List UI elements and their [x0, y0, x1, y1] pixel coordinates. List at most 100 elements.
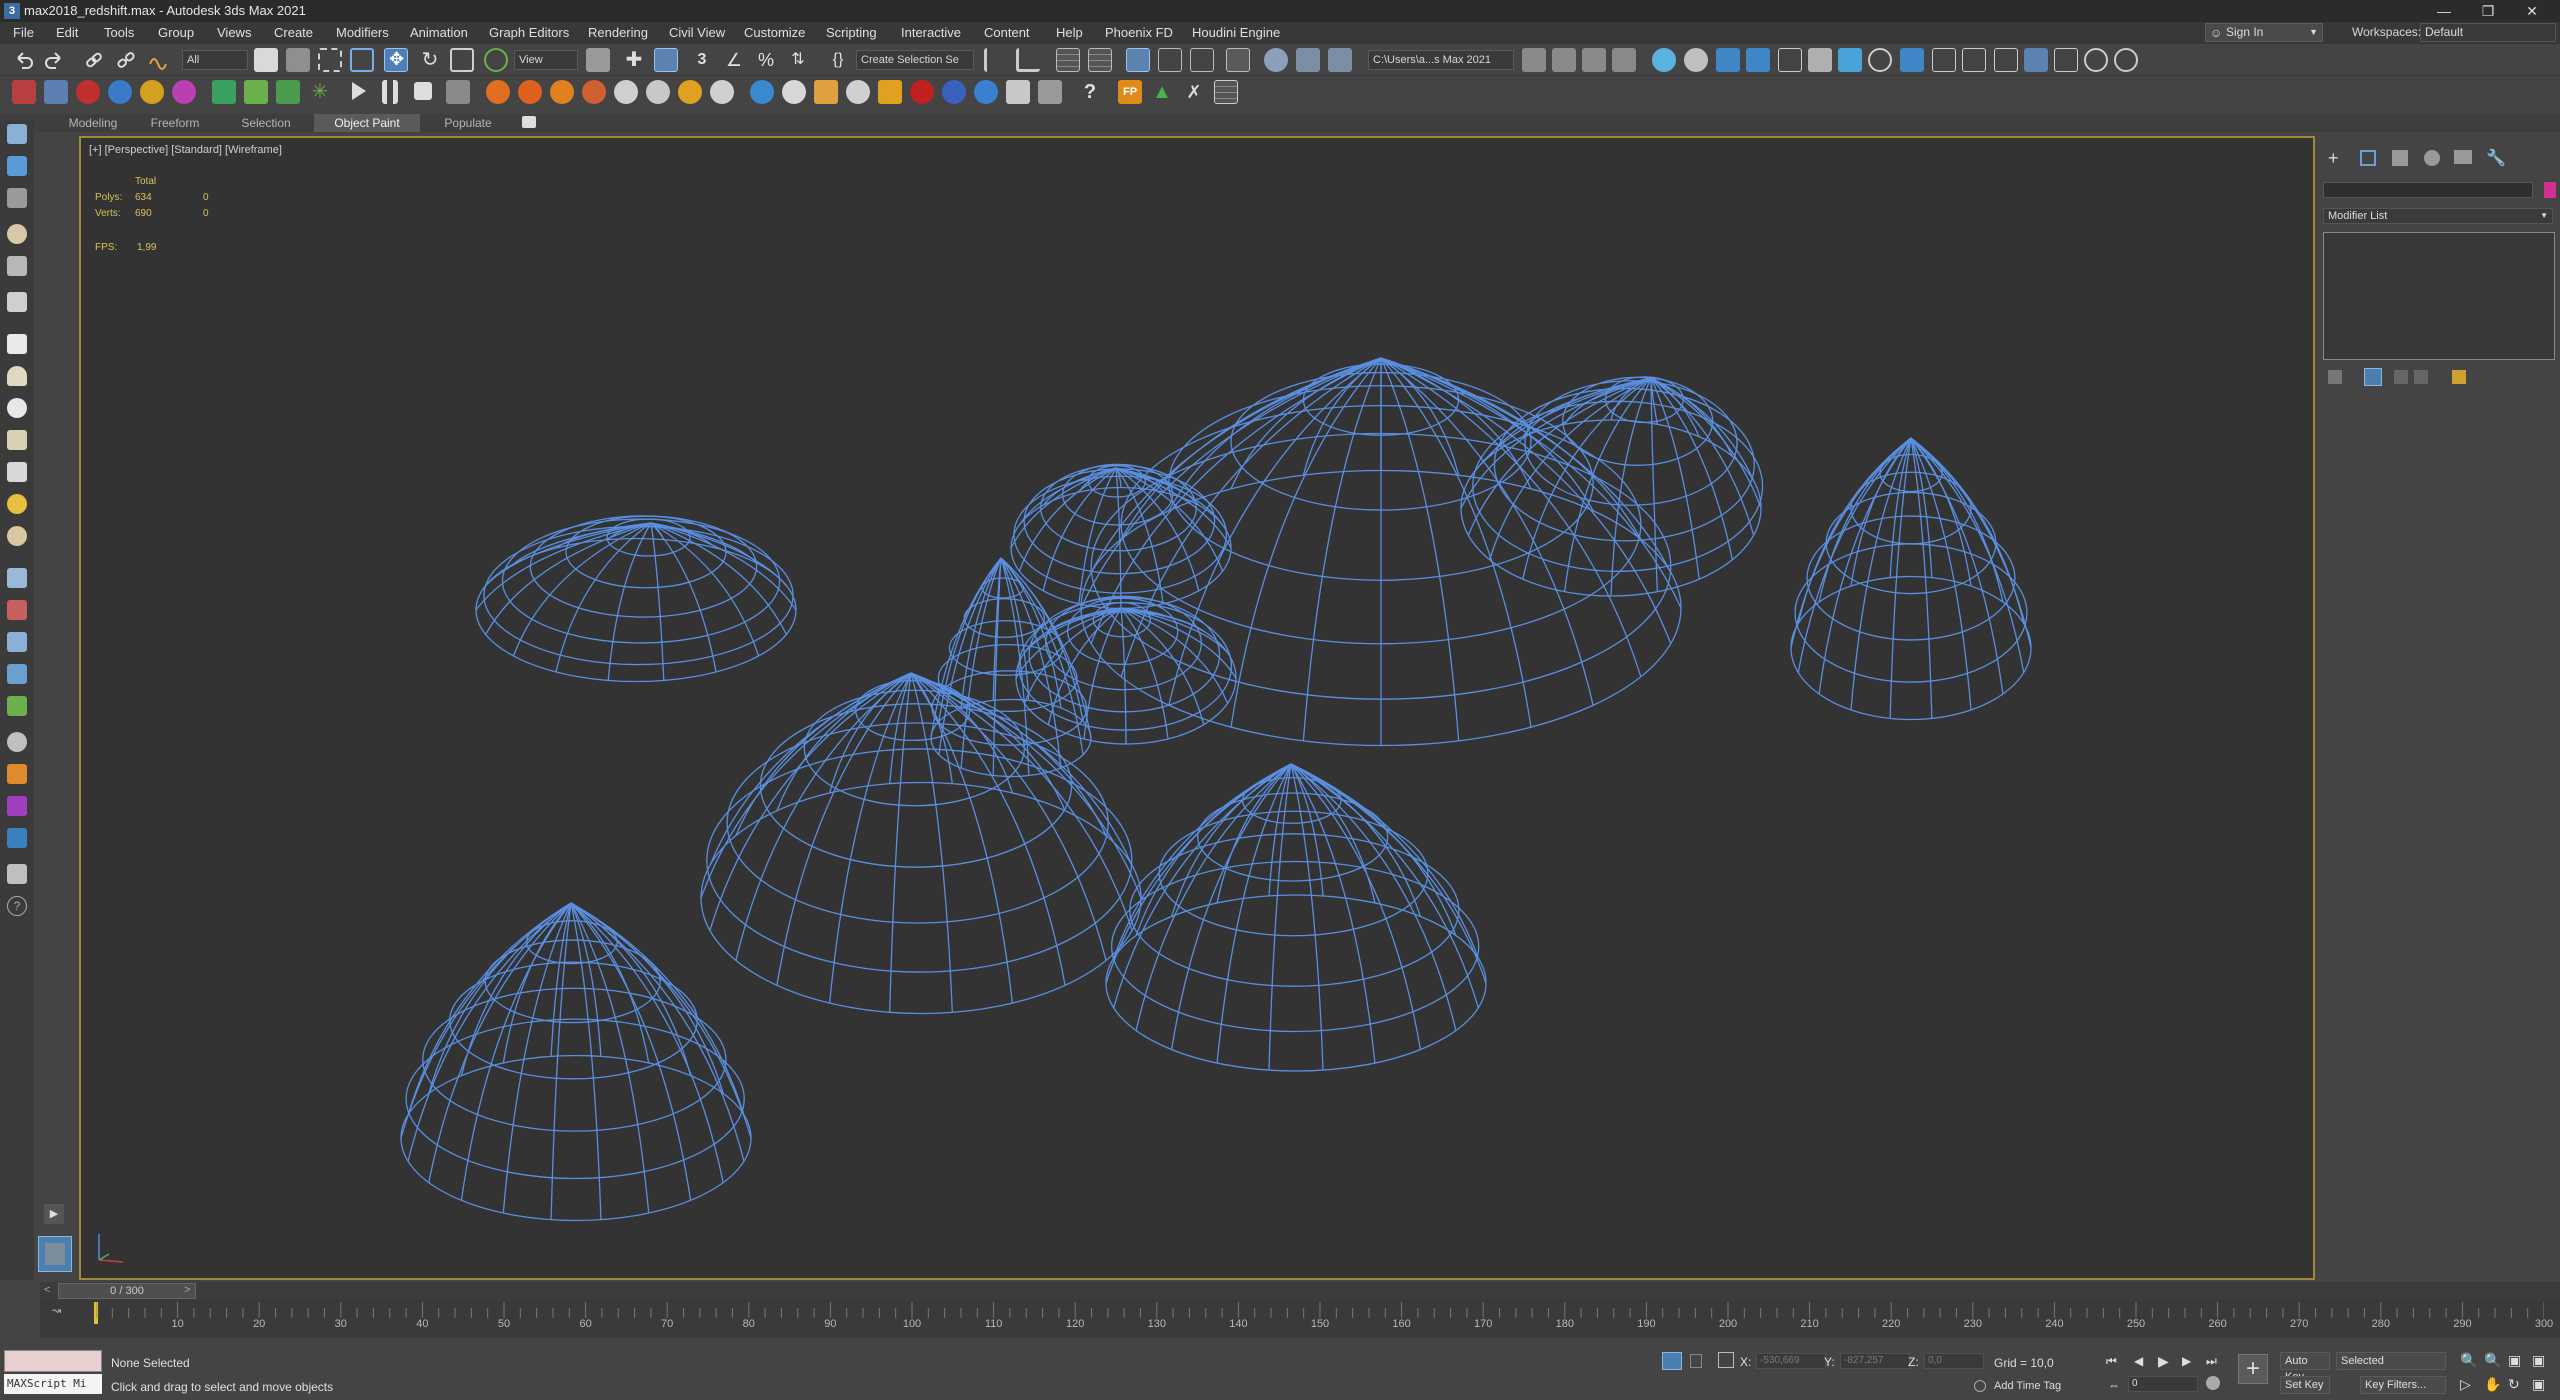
edit-named-selection-icon[interactable]: {}	[826, 48, 850, 72]
phoenix-burst-icon[interactable]: ✳	[308, 80, 332, 104]
redshift-table-icon[interactable]	[1778, 48, 1802, 72]
play-simulation-icon[interactable]	[352, 82, 366, 100]
water-preset-icon[interactable]	[974, 80, 998, 104]
menu-group[interactable]: Group	[158, 24, 194, 42]
keyboard-shortcut-override-icon[interactable]	[654, 48, 678, 72]
redshift-ipr-icon[interactable]	[1900, 48, 1924, 72]
scene-icon[interactable]	[7, 828, 27, 848]
redshift-render-view-icon[interactable]	[1932, 48, 1956, 72]
forest-tree-icon[interactable]: ▲	[1150, 80, 1174, 104]
show-end-result-icon[interactable]	[2364, 368, 2382, 386]
phoenix-foam-icon[interactable]	[172, 80, 196, 104]
field-of-view-icon[interactable]: ▷	[2460, 1376, 2471, 1393]
x-coordinate-field[interactable]: -530,669	[1756, 1353, 1826, 1369]
menu-graph-editors[interactable]: Graph Editors	[489, 24, 569, 42]
phoenix-fire-icon[interactable]	[12, 80, 36, 104]
camera-icon[interactable]	[7, 256, 27, 276]
create-panel-icon[interactable]	[7, 124, 27, 144]
rectangular-selection-icon[interactable]	[318, 48, 342, 72]
select-by-name-icon[interactable]	[286, 48, 310, 72]
milk-preset-icon[interactable]	[782, 80, 806, 104]
redshift-sun-icon[interactable]	[1838, 48, 1862, 72]
bind-space-warp-icon[interactable]	[148, 50, 168, 70]
menu-modifiers[interactable]: Modifiers	[336, 24, 389, 42]
modify-tab-icon[interactable]	[2360, 150, 2376, 166]
coffee-preset-icon[interactable]	[846, 80, 870, 104]
phoenix-voxel-icon[interactable]	[276, 80, 300, 104]
help-question-icon[interactable]: ?	[1078, 80, 1102, 104]
workspace-dropdown[interactable]: Default	[2420, 23, 2556, 42]
select-manipulate-icon[interactable]: ✚	[622, 48, 646, 72]
perspective-viewport[interactable]: [+] [Perspective] [Standard] [Wireframe]…	[79, 136, 2315, 1280]
material-editor-icon[interactable]	[1226, 48, 1250, 72]
phoenix-liquid-icon[interactable]	[44, 80, 68, 104]
motion-tab-icon[interactable]	[2424, 150, 2440, 166]
project-save-icon[interactable]	[1582, 48, 1606, 72]
menu-help[interactable]: Help	[1056, 24, 1083, 42]
project-manage-icon[interactable]	[1612, 48, 1636, 72]
angle-snap-icon[interactable]: ∠	[722, 48, 746, 72]
link-icon[interactable]	[84, 50, 104, 70]
viewport-label[interactable]: [+] [Perspective] [Standard] [Wireframe]	[89, 144, 282, 156]
restore-button[interactable]: ❐	[2468, 0, 2508, 22]
zoom-extents-all-icon[interactable]: ▣	[2532, 1352, 2545, 1369]
zoom-icon[interactable]: 🔍	[2460, 1352, 2477, 1369]
render-production-icon[interactable]	[1328, 48, 1352, 72]
honey-preset-icon[interactable]	[878, 80, 902, 104]
modifier-stack[interactable]	[2323, 232, 2555, 360]
remove-modifier-icon[interactable]	[2414, 370, 2428, 384]
rendered-frame-window-icon[interactable]	[1296, 48, 1320, 72]
forest-pack-icon[interactable]: FP	[1118, 80, 1142, 104]
cloud-preset-icon[interactable]	[710, 80, 734, 104]
sphere-icon[interactable]	[7, 398, 27, 418]
set-key-button[interactable]: Set Key	[2280, 1376, 2330, 1394]
orbit-icon[interactable]: ↻	[2508, 1376, 2520, 1393]
particle-icon[interactable]	[7, 632, 27, 652]
display-tab-icon[interactable]	[2454, 150, 2472, 164]
box-icon[interactable]	[7, 334, 27, 354]
display-panel-icon[interactable]	[7, 156, 27, 176]
menu-phoenix-fd[interactable]: Phoenix FD	[1105, 24, 1173, 42]
forest-list-icon[interactable]	[1214, 80, 1238, 104]
candle-preset-icon[interactable]	[678, 80, 702, 104]
fireball-preset-icon[interactable]	[582, 80, 606, 104]
steam-preset-icon[interactable]	[646, 80, 670, 104]
next-frame-icon[interactable]: >	[184, 1284, 190, 1296]
create-tab-icon[interactable]: +	[2328, 148, 2339, 169]
set-key-big-button[interactable]: +	[2238, 1354, 2268, 1384]
key-filters-button[interactable]: Key Filters...	[2360, 1376, 2446, 1394]
explosion-preset-icon[interactable]	[550, 80, 574, 104]
tab-selection[interactable]: Selection	[222, 114, 310, 132]
reference-coordinate-dropdown[interactable]: View	[514, 50, 578, 70]
configure-modifier-sets-icon[interactable]	[2452, 370, 2466, 384]
menu-interactive[interactable]: Interactive	[901, 24, 961, 42]
select-object-icon[interactable]	[254, 48, 278, 72]
smoke-preset-icon[interactable]	[614, 80, 638, 104]
ocean-preset-icon[interactable]	[1006, 80, 1030, 104]
tank-preset-icon[interactable]	[1038, 80, 1062, 104]
close-button[interactable]: ✕	[2512, 0, 2552, 22]
paint-brush-icon[interactable]	[7, 600, 27, 620]
align-icon[interactable]	[1016, 48, 1040, 72]
help-icon[interactable]: ?	[7, 896, 27, 916]
window-crossing-icon[interactable]	[350, 48, 374, 72]
phoenix-source-icon[interactable]	[76, 80, 100, 104]
spinner-snap-icon[interactable]: ⇅	[786, 48, 810, 72]
layer-explorer-icon[interactable]	[1088, 48, 1112, 72]
object-color-swatch[interactable]	[2544, 182, 2556, 198]
curve-editor-icon[interactable]	[1158, 48, 1182, 72]
utilities-tab-icon[interactable]: 🔧	[2486, 148, 2506, 168]
z-coordinate-field[interactable]: 0,0	[1924, 1353, 1984, 1369]
redshift-proxy-icon[interactable]	[1746, 48, 1770, 72]
paint-preset-icon[interactable]	[942, 80, 966, 104]
menu-rendering[interactable]: Rendering	[588, 24, 648, 42]
maxscript-mini-listener[interactable]: MAXScript Mi	[4, 1374, 102, 1394]
maximize-viewport-icon[interactable]: ▣	[2532, 1376, 2545, 1393]
make-unique-icon[interactable]	[2394, 370, 2408, 384]
ribbon-options-icon[interactable]	[522, 116, 536, 128]
helper-icon[interactable]	[7, 292, 27, 312]
project-set-icon[interactable]	[1522, 48, 1546, 72]
expand-arrow-icon[interactable]: ▶	[44, 1204, 64, 1224]
menu-content[interactable]: Content	[984, 24, 1030, 42]
sun-icon[interactable]	[7, 494, 27, 514]
